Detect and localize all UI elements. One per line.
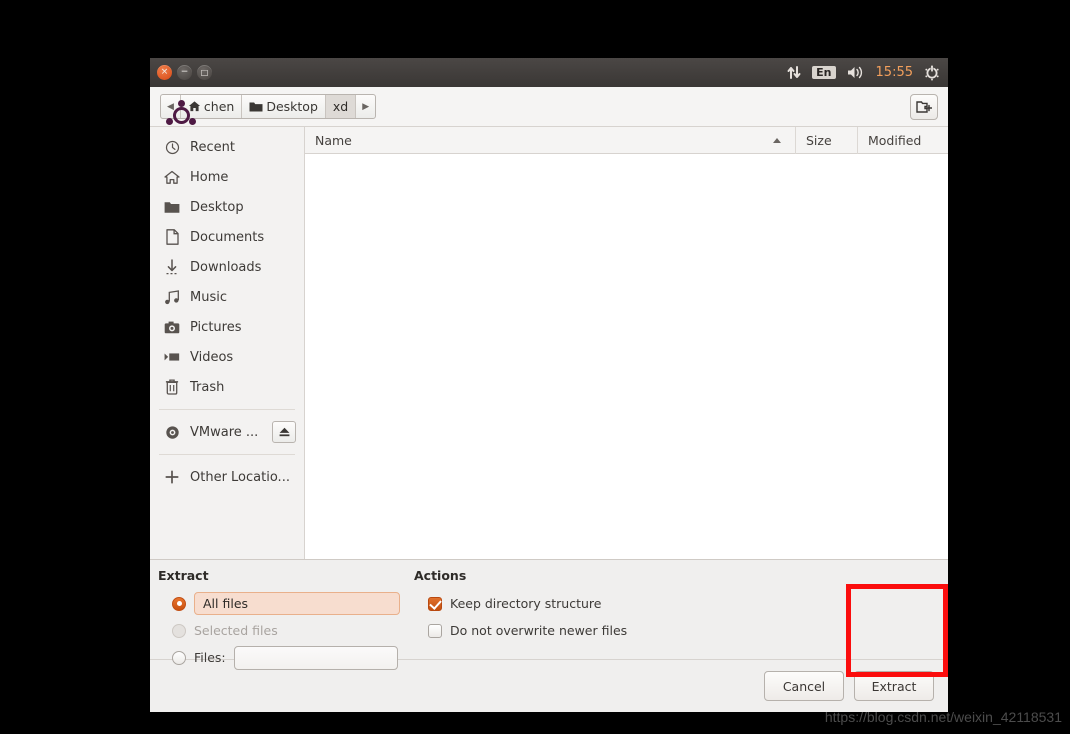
close-icon: × bbox=[160, 67, 169, 77]
checkbox-keep-directory-structure[interactable] bbox=[428, 596, 442, 611]
file-list-header: Name Size Modified bbox=[305, 126, 948, 154]
clock-icon bbox=[164, 140, 180, 155]
desktop-screen: × − □ En 15:55 bbox=[0, 0, 1070, 734]
window-controls[interactable]: × − □ bbox=[150, 65, 212, 80]
breadcrumb-forward-button[interactable]: ▶ bbox=[356, 95, 375, 118]
sidebar-item-label: Recent bbox=[190, 139, 235, 155]
create-folder-icon bbox=[916, 100, 932, 114]
music-note-icon bbox=[164, 289, 180, 305]
column-label: Name bbox=[315, 132, 352, 148]
sidebar-item-label: Desktop bbox=[190, 199, 244, 215]
radio-files-label: Files: bbox=[194, 650, 226, 665]
extract-button[interactable]: Extract bbox=[854, 671, 934, 701]
sidebar-item-label: Home bbox=[190, 169, 229, 185]
document-icon bbox=[164, 229, 180, 245]
column-header-size[interactable]: Size bbox=[796, 126, 858, 154]
breadcrumb-item-xd[interactable]: xd bbox=[325, 95, 357, 118]
sidebar-item-music[interactable]: Music bbox=[150, 282, 304, 312]
sidebar-item-label: Trash bbox=[190, 379, 225, 395]
checkbox-row-keep-structure[interactable]: Keep directory structure bbox=[414, 590, 944, 617]
file-list-pane[interactable]: Name Size Modified bbox=[305, 126, 948, 559]
maximize-button[interactable]: □ bbox=[197, 65, 212, 80]
network-icon[interactable] bbox=[787, 65, 801, 80]
trash-icon bbox=[164, 379, 180, 395]
places-sidebar[interactable]: Recent Home Desktop Documents Downloads … bbox=[150, 127, 305, 559]
sidebar-item-label: Music bbox=[190, 289, 227, 305]
sidebar-item-other-locations[interactable]: Other Locatio... bbox=[150, 462, 304, 492]
column-label: Size bbox=[806, 132, 832, 148]
extract-section-title: Extract bbox=[158, 568, 209, 583]
radio-all-files-label: All files bbox=[194, 592, 400, 615]
sidebar-item-label: Pictures bbox=[190, 319, 242, 335]
folder-icon bbox=[164, 201, 180, 214]
sidebar-item-home[interactable]: Home bbox=[150, 162, 304, 192]
checkbox-row-no-overwrite[interactable]: Do not overwrite newer files bbox=[414, 617, 944, 644]
sidebar-item-label: Other Locatio... bbox=[190, 469, 290, 485]
sidebar-divider bbox=[159, 454, 295, 455]
clock[interactable]: 15:55 bbox=[876, 66, 913, 79]
checkbox-do-not-overwrite[interactable] bbox=[428, 623, 442, 638]
sidebar-item-label: Videos bbox=[190, 349, 234, 365]
sort-ascending-icon bbox=[773, 137, 781, 143]
home-icon bbox=[164, 170, 180, 185]
radio-row-selected-files: Selected files bbox=[158, 617, 412, 644]
sidebar-item-vmware[interactable]: VMware ... bbox=[150, 417, 304, 447]
close-button[interactable]: × bbox=[157, 65, 172, 80]
extract-options-group: Extract All files Selected files Files: bbox=[154, 568, 412, 670]
sidebar-item-pictures[interactable]: Pictures bbox=[150, 312, 304, 342]
path-toolbar: ◀ chen Desktop xd ▶ bbox=[150, 87, 948, 127]
system-indicators[interactable]: En 15:55 bbox=[787, 58, 940, 87]
create-folder-button[interactable] bbox=[910, 93, 938, 120]
actions-options-group: Actions Keep directory structure Do not … bbox=[412, 568, 944, 659]
disc-icon bbox=[164, 425, 180, 440]
keyboard-layout-indicator[interactable]: En bbox=[812, 66, 836, 79]
breadcrumb-label: xd bbox=[332, 99, 349, 114]
sidebar-item-label: Documents bbox=[190, 229, 265, 245]
breadcrumb-label: chen bbox=[203, 99, 235, 114]
cancel-button[interactable]: Cancel bbox=[764, 671, 844, 701]
watermark-text: https://blog.csdn.net/weixin_42118531 bbox=[824, 709, 1062, 725]
volume-icon[interactable] bbox=[847, 65, 865, 80]
minimize-button[interactable]: − bbox=[177, 65, 192, 80]
dialog-body: Recent Home Desktop Documents Downloads … bbox=[150, 126, 948, 559]
radio-selected-files-label: Selected files bbox=[194, 623, 278, 638]
folder-icon bbox=[249, 101, 263, 113]
file-list-empty[interactable] bbox=[305, 154, 948, 559]
window-titlebar: × − □ En 15:55 bbox=[150, 58, 948, 87]
camera-icon bbox=[164, 321, 180, 334]
column-header-modified[interactable]: Modified bbox=[858, 127, 948, 154]
maximize-icon: □ bbox=[200, 68, 209, 77]
minimize-icon: − bbox=[180, 67, 189, 77]
sidebar-item-trash[interactable]: Trash bbox=[150, 372, 304, 402]
sidebar-item-label: VMware ... bbox=[190, 424, 259, 440]
checkbox-keep-directory-structure-label: Keep directory structure bbox=[450, 596, 602, 611]
sidebar-item-recent[interactable]: Recent bbox=[150, 132, 304, 162]
eject-button[interactable] bbox=[272, 421, 296, 443]
checkbox-do-not-overwrite-label: Do not overwrite newer files bbox=[450, 623, 628, 638]
video-icon bbox=[164, 351, 180, 363]
sidebar-item-downloads[interactable]: Downloads bbox=[150, 252, 304, 282]
breadcrumb-item-desktop[interactable]: Desktop bbox=[242, 95, 326, 118]
plus-icon bbox=[164, 470, 180, 484]
radio-files[interactable] bbox=[172, 650, 186, 665]
column-header-name[interactable]: Name bbox=[305, 126, 796, 154]
column-label: Modified bbox=[868, 132, 922, 148]
radio-row-files[interactable]: Files: bbox=[158, 644, 412, 671]
power-gear-icon[interactable] bbox=[924, 65, 940, 81]
breadcrumb-label: Desktop bbox=[266, 99, 318, 114]
sidebar-item-label: Downloads bbox=[190, 259, 262, 275]
files-pattern-input[interactable] bbox=[233, 645, 398, 670]
radio-selected-files bbox=[172, 623, 186, 638]
actions-section-title: Actions bbox=[414, 568, 467, 583]
sidebar-item-desktop[interactable]: Desktop bbox=[150, 192, 304, 222]
download-icon bbox=[164, 259, 180, 275]
extract-dialog-window: × − □ En 15:55 ◀ chen Desktop xd ▶ Recen… bbox=[150, 58, 948, 712]
options-area: Extract All files Selected files Files: … bbox=[150, 559, 948, 670]
sidebar-divider bbox=[159, 409, 295, 410]
radio-all-files[interactable] bbox=[172, 596, 186, 611]
sidebar-item-documents[interactable]: Documents bbox=[150, 222, 304, 252]
radio-row-all-files[interactable]: All files bbox=[158, 590, 412, 617]
sidebar-item-videos[interactable]: Videos bbox=[150, 342, 304, 372]
